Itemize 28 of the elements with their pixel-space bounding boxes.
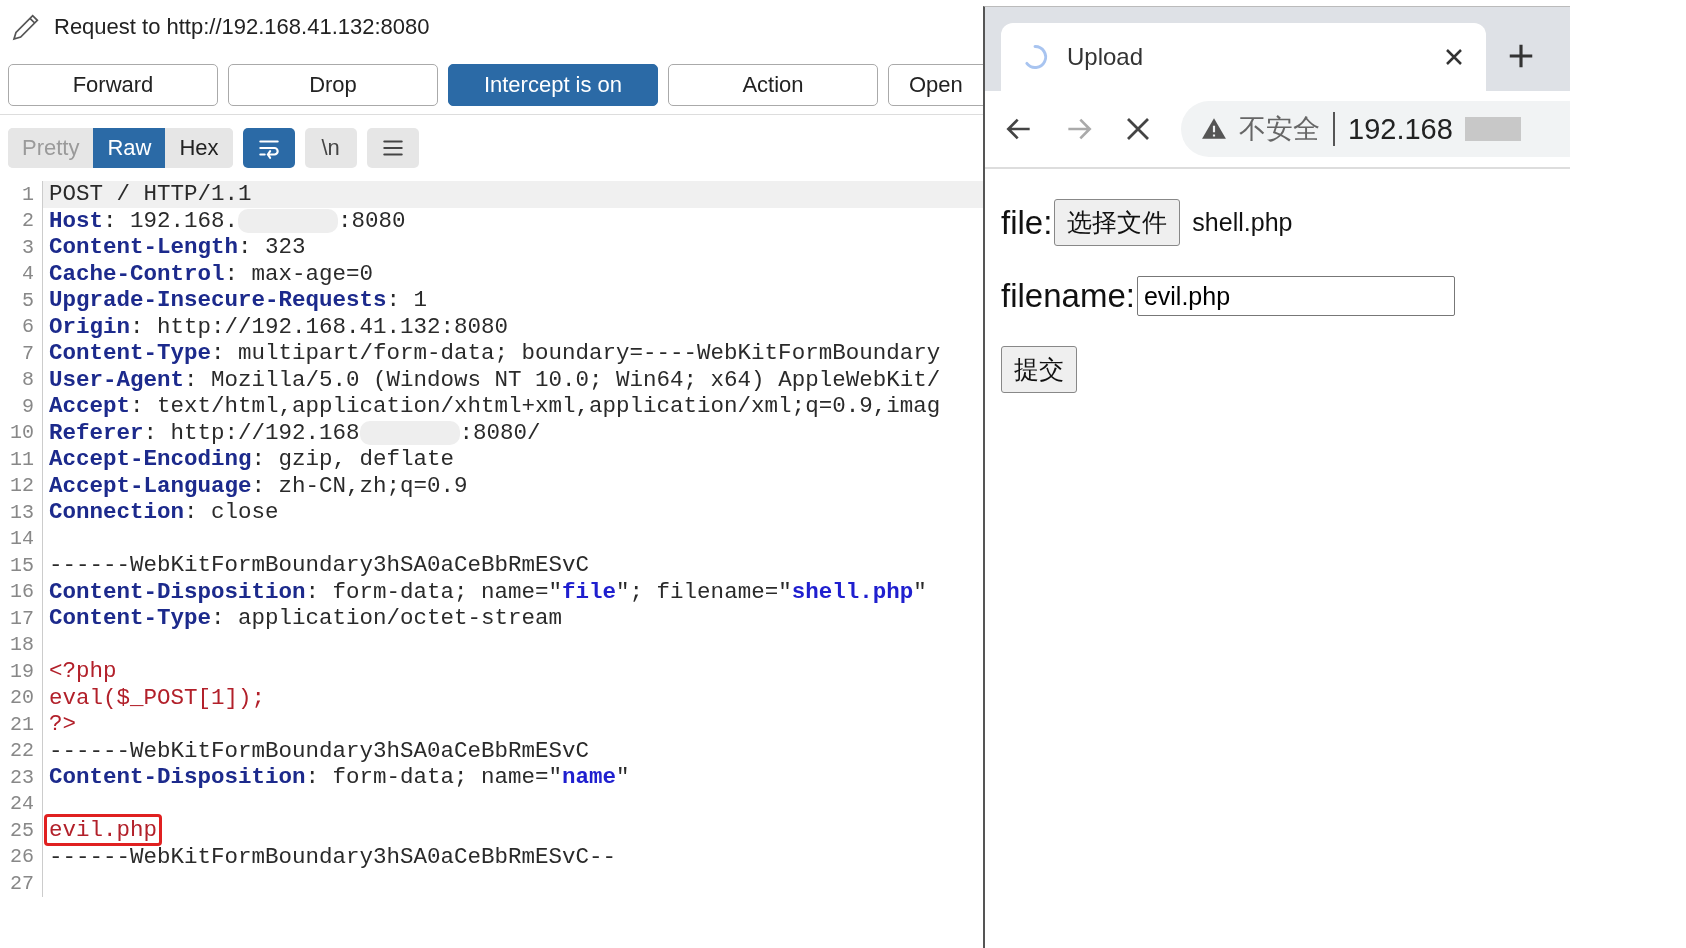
code-line: Content-Type: application/octet-stream (48, 604, 564, 634)
request-title: Request to http://192.168.41.132:8080 (54, 14, 430, 40)
code-line: Connection: close (48, 498, 280, 528)
toolbar-button[interactable]: Open (888, 64, 983, 106)
url-text: 192.168 (1348, 112, 1453, 146)
address-bar[interactable]: 不安全 192.168 (1181, 101, 1570, 157)
code-line: Content-Disposition: form-data; name="name" (48, 763, 631, 793)
redaction-blur (1464, 117, 1521, 141)
chosen-file-name: shell.php (1192, 208, 1293, 237)
wrap-button[interactable] (242, 128, 295, 168)
filename-field[interactable]: evil.php (1136, 276, 1455, 316)
choose-file-button[interactable]: 选择文件 (1054, 199, 1181, 246)
field-label: file: (1001, 203, 1053, 242)
divider-icon (1332, 112, 1336, 146)
toolbar-button[interactable]: Drop (228, 64, 438, 106)
warning-icon (1201, 116, 1227, 142)
tab-title: Upload (1067, 43, 1145, 71)
toolbar-button[interactable]: Intercept is on (448, 64, 658, 106)
toolbar-button[interactable]: Action (668, 64, 878, 106)
field-label: filename: (1001, 277, 1135, 315)
browser-tab[interactable]: Upload (1001, 23, 1486, 91)
submit-button[interactable]: 提交 (1001, 346, 1077, 393)
line-number: 1 (0, 181, 43, 208)
view-tab[interactable]: Raw (93, 128, 166, 168)
security-label: 不安全 (1239, 113, 1320, 146)
toolbar-button[interactable]: Forward (8, 64, 218, 106)
newline-button[interactable]: \n (304, 128, 357, 168)
menu-button[interactable] (366, 128, 419, 168)
